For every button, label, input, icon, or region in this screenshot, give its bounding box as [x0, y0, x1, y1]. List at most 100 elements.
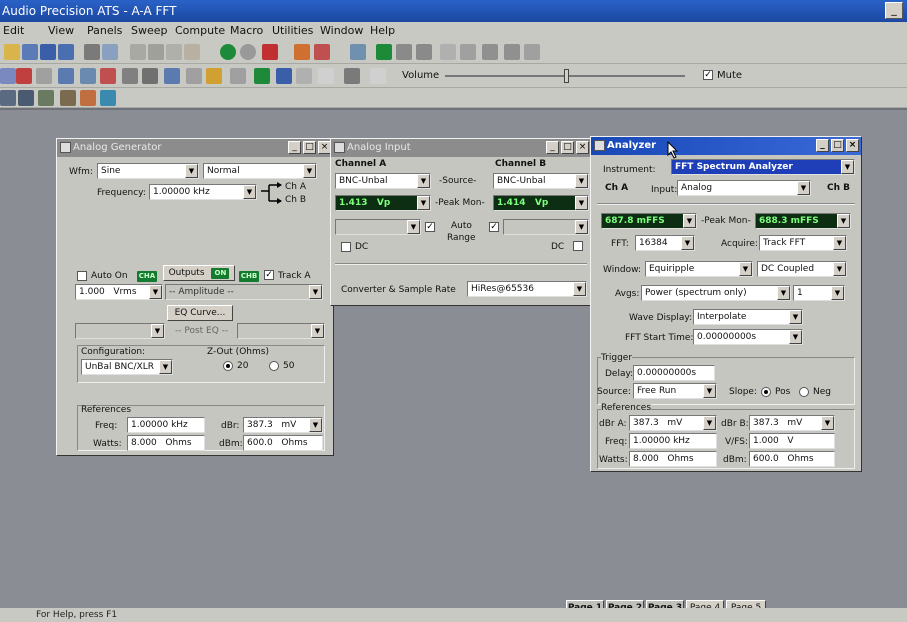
avgs-count-select[interactable]: 1 ▼: [793, 285, 845, 301]
chb-output-badge[interactable]: CHB: [239, 271, 259, 282]
waveform-select[interactable]: Sine ▼: [97, 163, 199, 179]
menu-help[interactable]: Help: [370, 24, 395, 37]
pointer-icon[interactable]: [504, 44, 520, 60]
go-icon[interactable]: [220, 44, 236, 60]
vfs-field[interactable]: 1.000 V: [749, 433, 835, 449]
chb-range-select[interactable]: ▼: [503, 219, 589, 235]
cha-output-badge[interactable]: CHA: [137, 271, 157, 282]
freq-ref-field[interactable]: 1.00000 kHz: [127, 417, 205, 433]
converter-select[interactable]: HiRes@65536 ▼: [467, 281, 587, 297]
cursor-icon[interactable]: [482, 44, 498, 60]
chb-source-select[interactable]: BNC-Unbal ▼: [493, 173, 589, 189]
print-preview-icon[interactable]: [102, 44, 118, 60]
volume-thumb[interactable]: [564, 69, 569, 83]
post-eq-a-field[interactable]: ▼: [75, 323, 165, 339]
zout-50-radio[interactable]: [269, 361, 279, 371]
fft-select[interactable]: 16384 ▼: [635, 235, 695, 251]
minimize-button[interactable]: _: [885, 2, 903, 19]
list-icon[interactable]: [230, 68, 246, 84]
dbm-field[interactable]: 600.0 Ohms: [749, 451, 835, 467]
post-eq-b-field[interactable]: ▼: [237, 323, 325, 339]
next-icon[interactable]: [254, 68, 270, 84]
save-icon[interactable]: [40, 44, 56, 60]
outputs-button[interactable]: Outputs ON: [163, 265, 235, 281]
menu-macro[interactable]: Macro: [230, 24, 263, 37]
digital-icon[interactable]: [100, 68, 116, 84]
cha-auto-range-checkbox[interactable]: ✓: [425, 222, 435, 232]
generator-title-bar[interactable]: Analog Generator _ □ ×: [57, 139, 333, 157]
waveform-icon[interactable]: [0, 68, 16, 84]
plot-icon[interactable]: [186, 68, 202, 84]
print-icon[interactable]: [84, 44, 100, 60]
wave-display-select[interactable]: Interpolate ▼: [693, 309, 803, 325]
freq-field[interactable]: 1.00000 kHz: [629, 433, 717, 449]
down-icon[interactable]: [276, 68, 292, 84]
window-select[interactable]: Equiripple ▼: [645, 261, 753, 277]
maximize-button[interactable]: □: [831, 139, 844, 152]
meter-icon[interactable]: [36, 68, 52, 84]
watts-field[interactable]: 8.000 Ohms: [629, 451, 717, 467]
dropdown-arrow-icon[interactable]: ▼: [837, 214, 850, 228]
mute-checkbox[interactable]: ✓: [703, 70, 713, 80]
stop-sweep-icon[interactable]: [416, 44, 432, 60]
menu-view[interactable]: View: [48, 24, 74, 37]
hand-icon[interactable]: [440, 44, 456, 60]
input-title-bar[interactable]: Analog Input _ □ ×: [331, 139, 591, 157]
slope-pos-radio[interactable]: [761, 387, 771, 397]
minimize-button[interactable]: _: [288, 141, 301, 154]
paste-icon[interactable]: [184, 44, 200, 60]
dropdown-arrow-icon[interactable]: ▼: [683, 214, 696, 228]
instrument-select[interactable]: FFT Spectrum Analyzer ▼: [671, 159, 855, 175]
dbrb-field[interactable]: 387.3 mV ▼: [749, 415, 835, 431]
graph-icon[interactable]: [262, 44, 278, 60]
dropdown-arrow-icon[interactable]: ▼: [575, 196, 588, 210]
menu-window[interactable]: Window: [320, 24, 363, 37]
chb-dc-checkbox[interactable]: [573, 241, 583, 251]
bargraph-icon[interactable]: [80, 68, 96, 84]
minimize-button[interactable]: _: [816, 139, 829, 152]
amplitude-b-field[interactable]: -- Amplitude -- ▼: [165, 284, 323, 300]
layout6-icon[interactable]: [100, 90, 116, 106]
acquire-select[interactable]: Track FFT ▼: [759, 235, 847, 251]
menu-edit[interactable]: Edit: [3, 24, 24, 37]
zout-20-radio[interactable]: [223, 361, 233, 371]
cha-source-select[interactable]: BNC-Unbal ▼: [335, 173, 431, 189]
track-a-checkbox[interactable]: ✓: [264, 270, 274, 280]
open-icon[interactable]: [4, 44, 20, 60]
configuration-select[interactable]: UnBal BNC/XLR ▼: [81, 359, 173, 375]
panel-icon[interactable]: [350, 44, 366, 60]
tool2-icon[interactable]: [314, 44, 330, 60]
save-all-icon[interactable]: [58, 44, 74, 60]
layout1-icon[interactable]: [0, 90, 16, 106]
menu-utilities[interactable]: Utilities: [272, 24, 313, 37]
note-icon[interactable]: [370, 68, 386, 84]
input-select[interactable]: Analog ▼: [677, 180, 811, 196]
coupling-select[interactable]: DC Coupled ▼: [757, 261, 847, 277]
chb-auto-range-checkbox[interactable]: ✓: [489, 222, 499, 232]
chart-icon[interactable]: [296, 68, 312, 84]
stop-icon[interactable]: [240, 44, 256, 60]
waveform-mode-select[interactable]: Normal ▼: [203, 163, 317, 179]
amplitude-a-field[interactable]: 1.000 Vrms ▼: [75, 284, 163, 300]
menu-sweep[interactable]: Sweep: [131, 24, 168, 37]
clock-icon[interactable]: [122, 68, 138, 84]
cut-icon[interactable]: [148, 44, 164, 60]
auto-on-checkbox[interactable]: [77, 271, 87, 281]
frequency-field[interactable]: 1.00000 kHz ▼: [149, 184, 257, 200]
arrow-icon[interactable]: [524, 44, 540, 60]
dbra-field[interactable]: 387.3 mV ▼: [629, 415, 717, 431]
zoom-icon[interactable]: [460, 44, 476, 60]
close-button[interactable]: ×: [576, 141, 589, 154]
slope-neg-radio[interactable]: [799, 387, 809, 397]
blank-icon[interactable]: [318, 68, 334, 84]
watts-field[interactable]: 8.000 Ohms: [127, 435, 205, 451]
trigger-source-select[interactable]: Free Run ▼: [633, 383, 717, 399]
pause-icon[interactable]: [396, 44, 412, 60]
dbm-field[interactable]: 600.0 Ohms: [243, 435, 323, 451]
delay-field[interactable]: 0.00000000s: [633, 365, 715, 381]
analyzer-title-bar[interactable]: Analyzer _ □ ×: [591, 137, 861, 155]
dropdown-arrow-icon[interactable]: ▼: [417, 196, 430, 210]
dbr-field[interactable]: 387.3 mV ▼: [243, 417, 323, 433]
analyzer-icon[interactable]: [58, 68, 74, 84]
play-icon[interactable]: [376, 44, 392, 60]
